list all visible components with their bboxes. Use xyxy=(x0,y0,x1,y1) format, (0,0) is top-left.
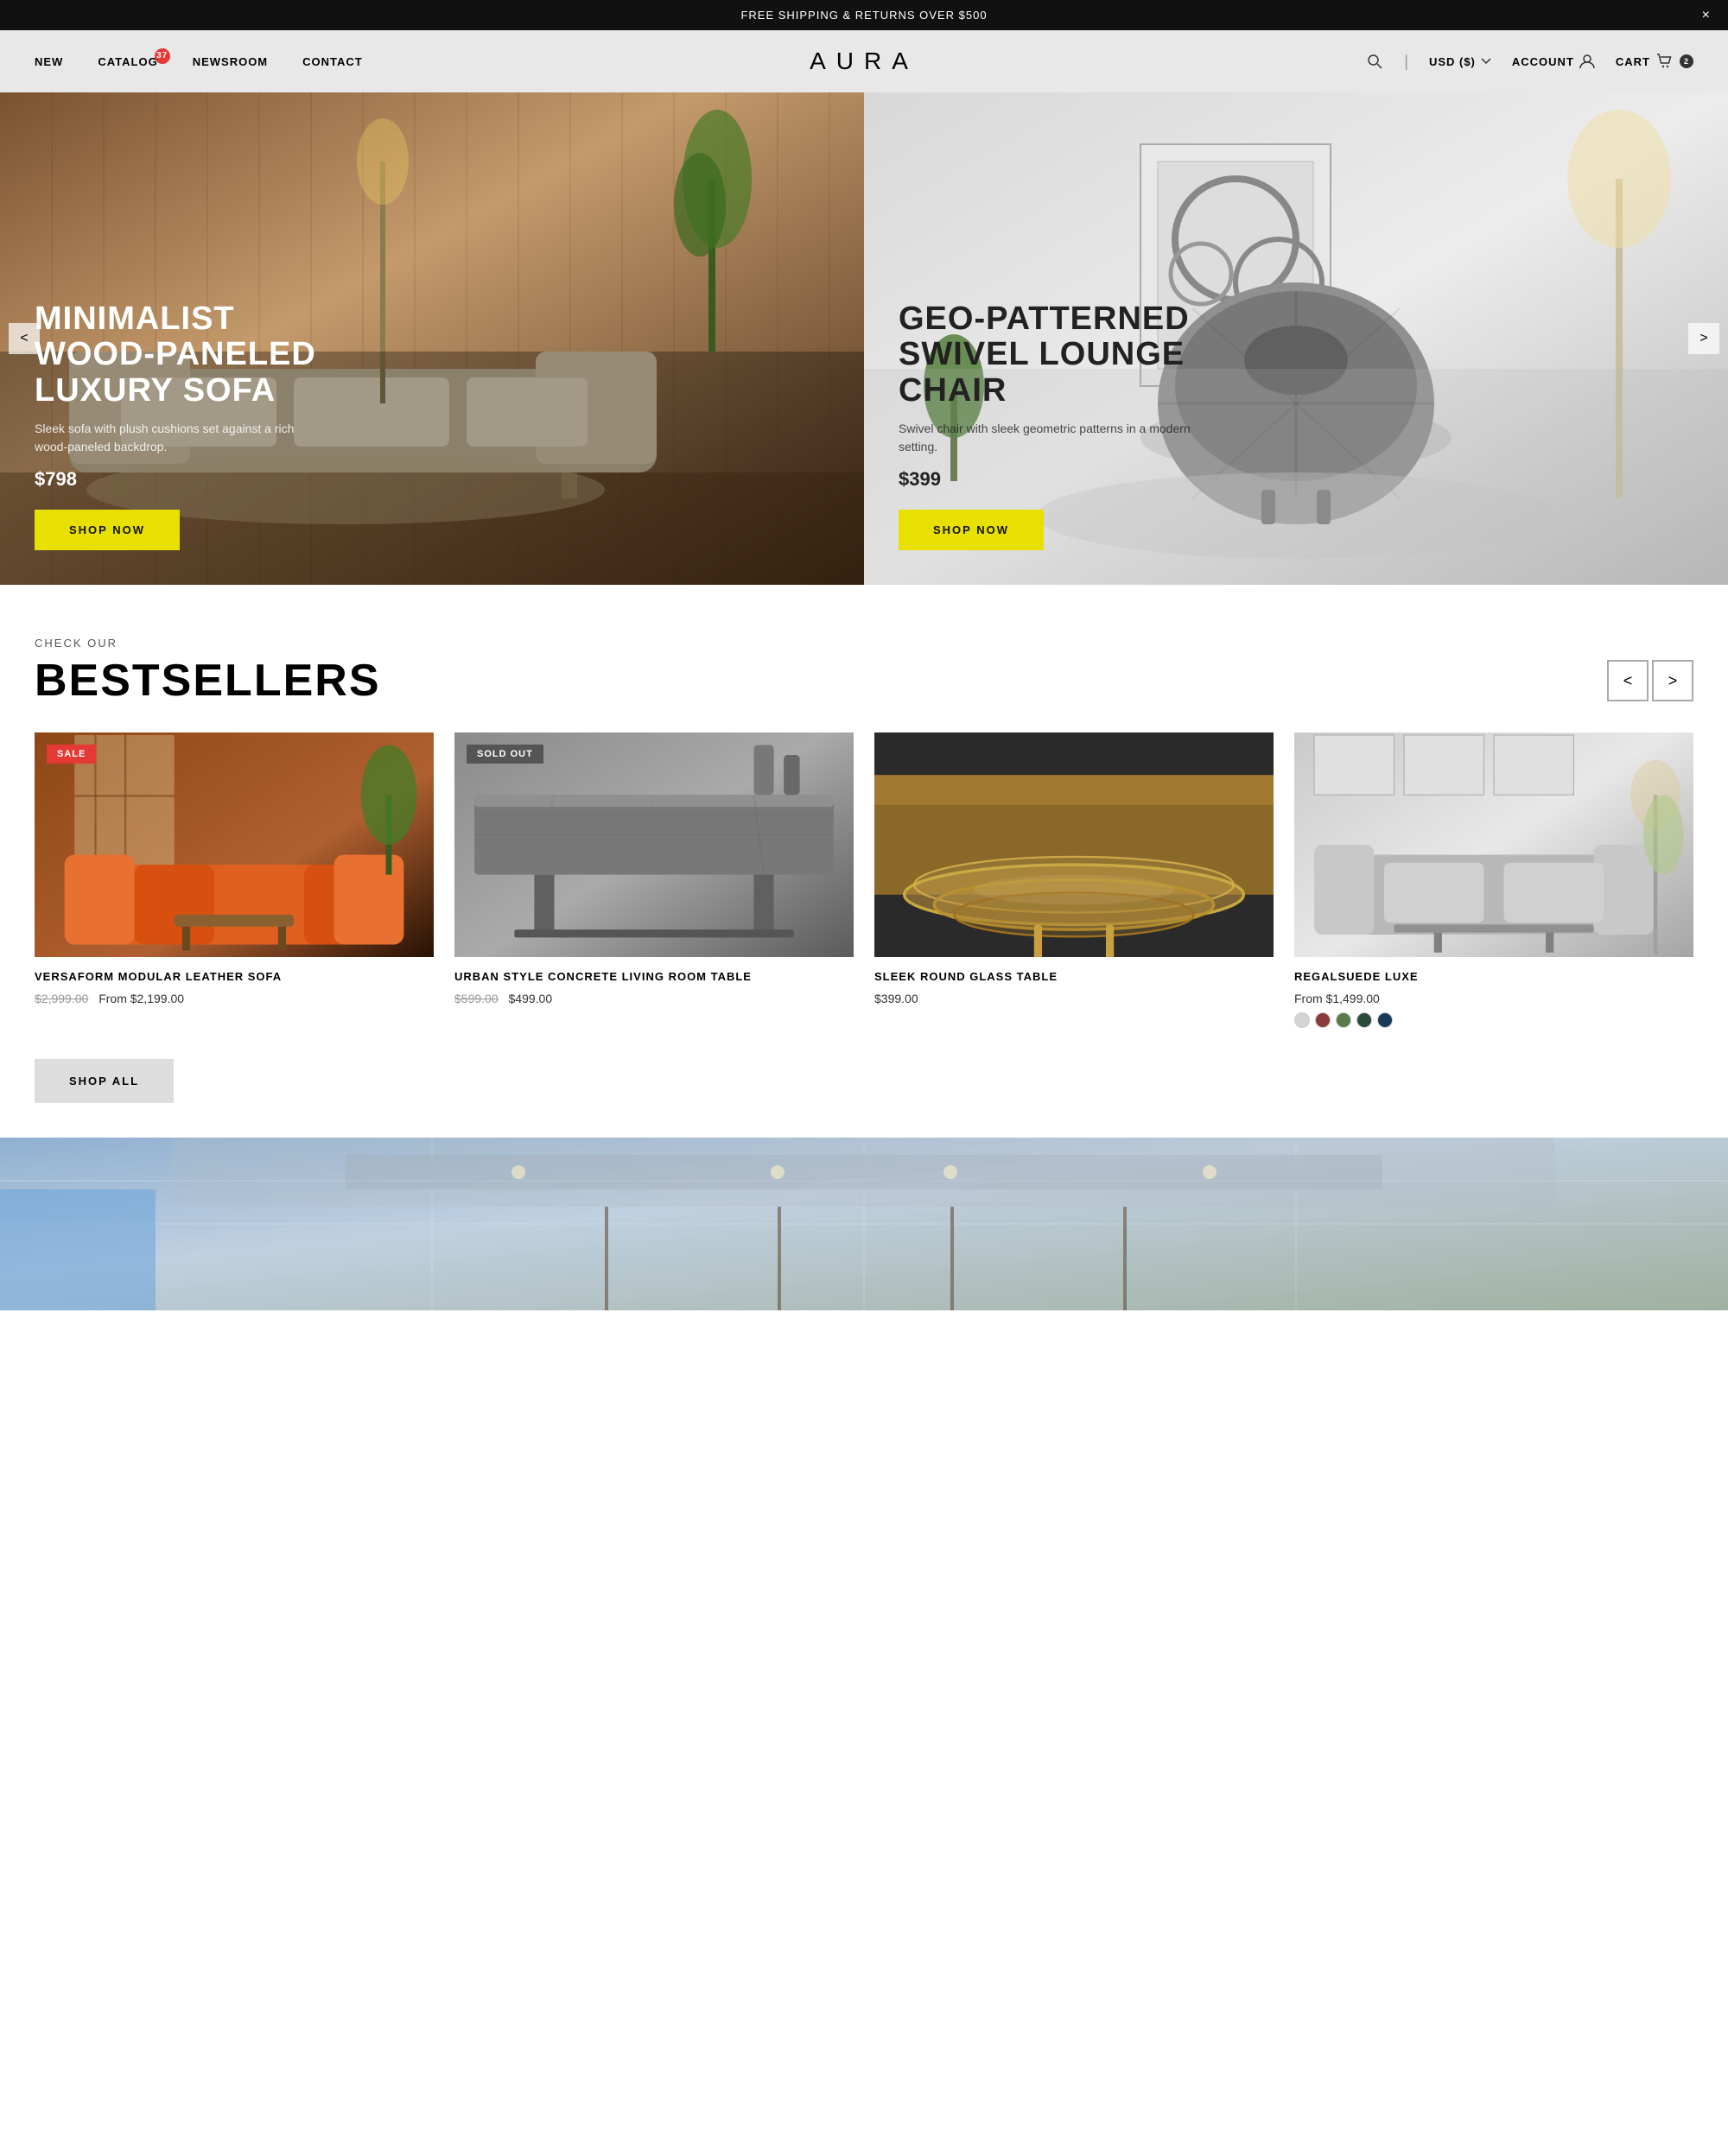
hero-left-title: MINIMALIST WOOD-PANELED LUXURY SOFA xyxy=(35,301,328,409)
hero-section: MINIMALIST WOOD-PANELED LUXURY SOFA Slee… xyxy=(0,92,1728,585)
cart-icon xyxy=(1655,53,1673,70)
swatch-1[interactable] xyxy=(1294,1012,1310,1028)
currency-selector[interactable]: USD ($) xyxy=(1429,55,1491,68)
nav-item-newsroom[interactable]: NEWSROOM xyxy=(193,55,268,68)
product-2-price-old: $599.00 xyxy=(454,992,499,1005)
check-our-label: CHECK OUR xyxy=(35,637,1693,650)
header: NEW CATALOG 37 NEWSROOM CONTACT AURA | U… xyxy=(0,30,1728,92)
carousel-next-button[interactable]: > xyxy=(1652,660,1693,701)
bottom-banner-image xyxy=(0,1138,1728,1310)
announcement-bar: FREE SHIPPING & RETURNS OVER $500 × xyxy=(0,0,1728,30)
product-3-price-new: $399.00 xyxy=(874,992,918,1005)
hero-left-description: Sleek sofa with plush cushions set again… xyxy=(35,420,328,456)
product-1-price-old: $2,999.00 xyxy=(35,992,88,1005)
product-card-2[interactable]: SOLD OUT URBAN STYLE CONCRETE LIVING ROO… xyxy=(454,732,854,1028)
hero-right-content: GEO-PATTERNED SWIVEL LOUNGE CHAIR Swivel… xyxy=(899,301,1192,550)
product-card-1[interactable]: SALE VERSAFORM MODULAR LEATHER SOFA $2,9… xyxy=(35,732,434,1028)
product-2-price: $599.00 $499.00 xyxy=(454,992,854,1005)
product-2-name: URBAN STYLE CONCRETE LIVING ROOM TABLE xyxy=(454,969,854,985)
product-1-price: $2,999.00 From $2,199.00 xyxy=(35,992,434,1005)
hero-left: MINIMALIST WOOD-PANELED LUXURY SOFA Slee… xyxy=(0,92,864,585)
bestsellers-title: BESTSELLERS xyxy=(35,655,381,707)
section-title-row: BESTSELLERS < > xyxy=(35,655,1693,707)
hero-left-content: MINIMALIST WOOD-PANELED LUXURY SOFA Slee… xyxy=(35,301,328,550)
product-4-name: REGALSUEDE LUXE xyxy=(1294,969,1693,985)
close-icon[interactable]: × xyxy=(1702,8,1711,23)
carousel-prev-button[interactable]: < xyxy=(1607,660,1649,701)
product-1-price-new: From $2,199.00 xyxy=(98,992,184,1005)
product-3-price: $399.00 xyxy=(874,992,1274,1005)
hero-right: GEO-PATTERNED SWIVEL LOUNGE CHAIR Swivel… xyxy=(864,92,1728,585)
nav-item-contact[interactable]: CONTACT xyxy=(302,55,363,68)
product-image-4 xyxy=(1294,732,1693,957)
product-1-name: VERSAFORM MODULAR LEATHER SOFA xyxy=(35,969,434,985)
carousel-arrows: < > xyxy=(1607,660,1693,701)
chevron-down-icon xyxy=(1481,58,1491,65)
product-2-badge: SOLD OUT xyxy=(467,745,543,764)
shop-all-section: SHOP ALL xyxy=(35,1059,1693,1103)
hero-left-cta[interactable]: SHOP NOW xyxy=(35,510,180,550)
product-3-image xyxy=(874,732,1274,957)
product-3-name: SLEEK ROUND GLASS TABLE xyxy=(874,969,1274,985)
product-4-image xyxy=(1294,732,1693,957)
bottom-banner xyxy=(0,1138,1728,1310)
product-2-price-new: $499.00 xyxy=(509,992,553,1005)
hero-right-cta[interactable]: SHOP NOW xyxy=(899,510,1044,550)
hero-right-description: Swivel chair with sleek geometric patter… xyxy=(899,420,1192,456)
user-icon xyxy=(1579,54,1595,69)
swatch-2[interactable] xyxy=(1315,1012,1331,1028)
shop-all-button[interactable]: SHOP ALL xyxy=(35,1059,174,1103)
catalog-badge: 37 xyxy=(155,48,170,64)
swatch-3[interactable] xyxy=(1336,1012,1351,1028)
nav-item-new[interactable]: NEW xyxy=(35,55,63,68)
search-button[interactable] xyxy=(1366,53,1383,70)
product-card-3[interactable]: SLEEK ROUND GLASS TABLE $399.00 xyxy=(874,732,1274,1028)
product-image-2: SOLD OUT xyxy=(454,732,854,957)
product-card-4[interactable]: REGALSUEDE LUXE From $1,499.00 xyxy=(1294,732,1693,1028)
product-4-price-new: From $1,499.00 xyxy=(1294,992,1380,1005)
hero-right-title: GEO-PATTERNED SWIVEL LOUNGE CHAIR xyxy=(899,301,1192,409)
product-image-1: SALE xyxy=(35,732,434,957)
cart-button[interactable]: CART 2 xyxy=(1616,53,1693,70)
search-icon xyxy=(1366,53,1383,70)
hero-right-price: $399 xyxy=(899,468,1192,491)
product-2-image xyxy=(454,732,854,957)
hero-prev-button[interactable]: < xyxy=(9,323,40,354)
product-grid: SALE VERSAFORM MODULAR LEATHER SOFA $2,9… xyxy=(35,732,1693,1028)
product-image-3 xyxy=(874,732,1274,957)
product-1-image xyxy=(35,732,434,957)
nav-right: | USD ($) ACCOUNT CART 2 xyxy=(1366,53,1693,71)
announcement-text: FREE SHIPPING & RETURNS OVER $500 xyxy=(740,9,987,22)
hero-left-price: $798 xyxy=(35,468,328,491)
cart-badge: 2 xyxy=(1680,54,1693,68)
separator: | xyxy=(1404,53,1408,71)
logo[interactable]: AURA xyxy=(810,48,918,75)
account-button[interactable]: ACCOUNT xyxy=(1512,54,1595,69)
product-1-badge: SALE xyxy=(47,745,96,764)
product-4-swatches xyxy=(1294,1012,1693,1028)
hero-next-button[interactable]: > xyxy=(1688,323,1719,354)
bestsellers-section: CHECK OUR BESTSELLERS < > xyxy=(0,585,1728,1138)
nav-item-catalog[interactable]: CATALOG 37 xyxy=(98,55,157,68)
nav-left: NEW CATALOG 37 NEWSROOM CONTACT xyxy=(35,55,363,68)
product-4-price: From $1,499.00 xyxy=(1294,992,1693,1005)
swatch-4[interactable] xyxy=(1356,1012,1372,1028)
swatch-5[interactable] xyxy=(1377,1012,1393,1028)
